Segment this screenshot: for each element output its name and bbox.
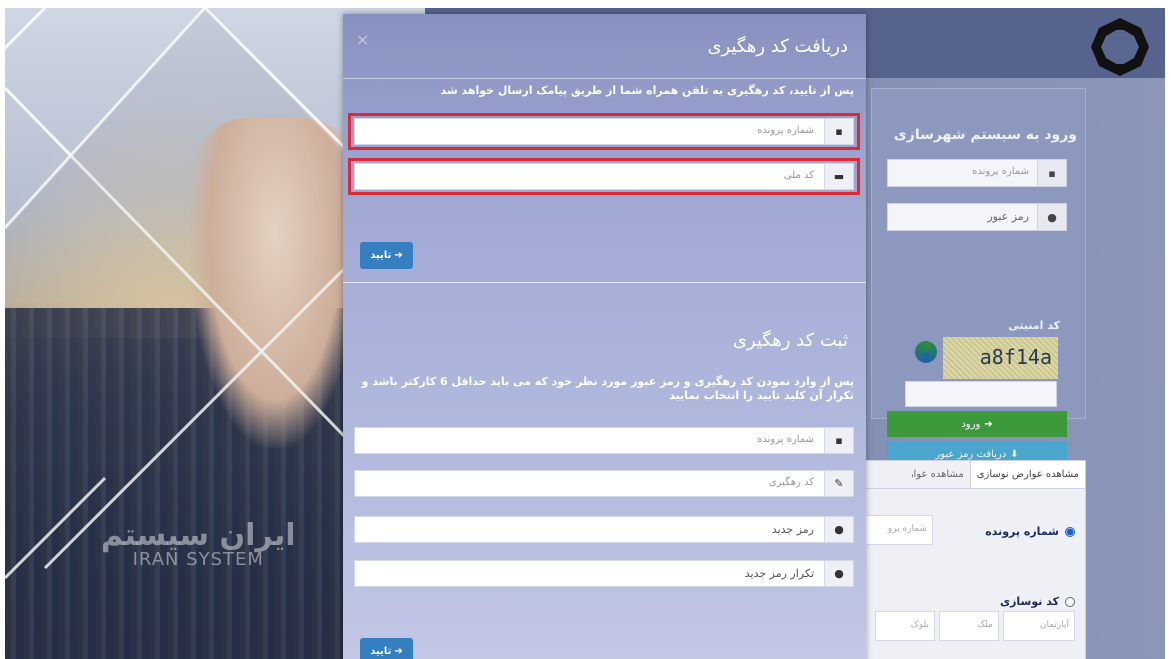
login-file-input[interactable]: شماره پرونده — [887, 159, 1037, 187]
reg-file-number-input[interactable]: شماره پرونده — [354, 427, 824, 454]
radio-icon — [1065, 526, 1075, 537]
national-code-input[interactable]: کد ملی — [354, 163, 824, 190]
file-number-input[interactable]: شماره پرونده — [354, 118, 824, 145]
login-password-row: ● رمز عبور — [887, 203, 1067, 231]
tab-renovation-fees[interactable]: مشاهده عوارض نوسازی — [969, 461, 1085, 488]
modal-divider — [343, 282, 866, 283]
repeat-password-input[interactable]: تکرار رمز جدید — [354, 560, 824, 587]
pencil-icon: ✎ — [824, 470, 854, 497]
modal-title: دریافت کد رهگیری — [707, 36, 848, 57]
tracking-code-modal: دریافت کد رهگیری × پس از تایید، کد رهگیر… — [343, 14, 866, 659]
radio-file-number[interactable]: شماره پرونده — [985, 525, 1075, 538]
get-password-label: دریافت رمز عبور — [935, 448, 1007, 460]
enter-icon: ➔ — [394, 250, 403, 261]
login-password-input[interactable]: رمز عبور — [887, 203, 1037, 231]
register-confirm-button[interactable]: ➔ تایید — [360, 638, 413, 659]
new-password-field: ● رمز جدید — [354, 516, 854, 543]
register-note: پس از وارد نمودن کد رهگیری و رمز عبور مو… — [361, 375, 854, 402]
tracking-code-field: ✎ کد رهگیری — [354, 470, 854, 497]
login-title: ورود به سیستم شهرسازی — [893, 127, 1077, 143]
national-code-field: ▬ کد ملی — [354, 163, 854, 190]
brand-fa: ایران سیستم — [101, 518, 296, 553]
lock-icon: ● — [824, 560, 854, 587]
captcha-label: کد امنیتی — [1008, 319, 1060, 332]
login-file-row: ▪ شماره پرونده — [887, 159, 1067, 187]
captcha-image: a8f14a — [943, 337, 1058, 379]
login-button-label: ورود — [961, 418, 981, 430]
confirm-button[interactable]: ➔ تایید — [360, 242, 413, 269]
enter-icon: ➔ — [394, 646, 403, 657]
file-number-field: ▪ شماره پرونده — [354, 118, 854, 145]
confirm-label: تایید — [370, 250, 392, 261]
file-icon: ▪ — [1037, 159, 1067, 187]
radio-renovation-code[interactable]: کد نوسازی — [1000, 595, 1075, 608]
block-input[interactable]: بلوک — [875, 611, 935, 641]
captcha-input[interactable] — [905, 381, 1057, 407]
radio-icon — [1065, 596, 1075, 607]
id-card-icon: ▬ — [824, 163, 854, 190]
file-icon: ▪ — [824, 427, 854, 454]
repeat-password-field: ● تکرار رمز جدید — [354, 560, 854, 587]
radio-code-label: کد نوسازی — [1000, 595, 1059, 608]
brand-watermark: ایران سیستم IRAN SYSTEM — [101, 518, 296, 570]
login-enter-icon: ➔ — [984, 418, 993, 430]
tab-fees[interactable]: مشاهده عوارض — [912, 461, 970, 488]
register-confirm-label: تایید — [370, 646, 392, 657]
app-background: ایران سیستم IRAN SYSTEM ورود به سیستم شه… — [5, 8, 1165, 659]
logo-icon — [1091, 18, 1149, 76]
register-title: ثبت کد رهگیری — [732, 330, 848, 351]
apartment-input[interactable]: آپارتمان — [1003, 611, 1075, 641]
file-number-input[interactable]: شماره پرو — [862, 515, 933, 545]
lock-icon: ● — [1037, 203, 1067, 231]
login-button[interactable]: ➔ ورود — [887, 411, 1067, 437]
tracking-code-input[interactable]: کد رهگیری — [354, 470, 824, 497]
fees-panel: مشاهده عوارض نوسازی مشاهده عوارض شماره پ… — [862, 460, 1086, 659]
modal-header: دریافت کد رهگیری × — [343, 14, 866, 79]
close-icon[interactable]: × — [356, 30, 369, 49]
captcha-refresh-icon[interactable] — [915, 341, 937, 363]
modal-note: پس از تایید، کد رهگیری به تلفن همراه شما… — [440, 84, 854, 97]
property-input[interactable]: ملک — [939, 611, 999, 641]
reg-file-number-field: ▪ شماره پرونده — [354, 427, 854, 454]
login-panel: ورود به سیستم شهرسازی ▪ شماره پرونده ● ر… — [871, 88, 1086, 467]
new-password-input[interactable]: رمز جدید — [354, 516, 824, 543]
radio-file-label: شماره پرونده — [985, 525, 1059, 538]
download-icon: ⬇ — [1010, 448, 1019, 460]
file-icon: ▪ — [824, 118, 854, 145]
lock-icon: ● — [824, 516, 854, 543]
fees-tabs: مشاهده عوارض نوسازی مشاهده عوارض — [862, 461, 1085, 489]
